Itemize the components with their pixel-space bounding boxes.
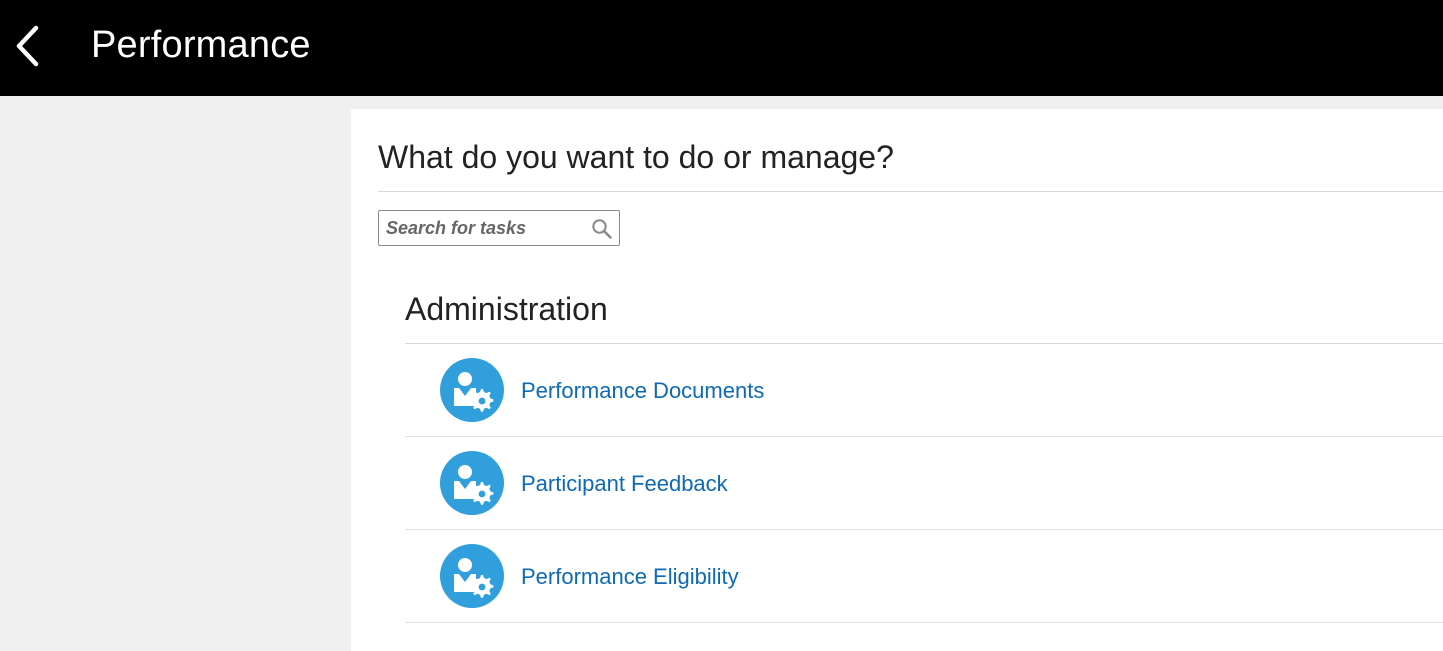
search-icon bbox=[592, 219, 612, 239]
task-link-performance-documents[interactable]: Performance Documents bbox=[521, 377, 764, 405]
page-heading: What do you want to do or manage? bbox=[378, 139, 894, 175]
task-icon-performance-eligibility bbox=[440, 544, 504, 608]
task-icon-participant-feedback bbox=[440, 451, 504, 515]
task-icon-performance-documents bbox=[440, 358, 504, 422]
user-settings-icon bbox=[454, 465, 494, 505]
user-settings-icon bbox=[454, 558, 494, 598]
page-title: Performance bbox=[91, 24, 311, 66]
content-panel: What do you want to do or manage? Admini… bbox=[351, 109, 1443, 651]
chevron-left-icon bbox=[16, 25, 39, 67]
task-item-performance-eligibility[interactable]: Performance Eligibility bbox=[405, 530, 1443, 623]
task-list: Performance Documents Participant Feedba… bbox=[405, 344, 1443, 623]
section-title: Administration bbox=[405, 291, 608, 327]
task-item-participant-feedback[interactable]: Participant Feedback bbox=[405, 437, 1443, 530]
left-panel bbox=[0, 96, 351, 651]
search-box bbox=[378, 210, 620, 246]
app-header: Performance bbox=[0, 0, 1443, 96]
user-settings-icon bbox=[454, 372, 494, 412]
task-link-performance-eligibility[interactable]: Performance Eligibility bbox=[521, 563, 739, 591]
back-button[interactable] bbox=[6, 20, 50, 72]
heading-divider bbox=[378, 191, 1443, 192]
task-link-participant-feedback[interactable]: Participant Feedback bbox=[521, 470, 728, 498]
search-input[interactable] bbox=[386, 216, 582, 240]
task-item-performance-documents[interactable]: Performance Documents bbox=[405, 344, 1443, 437]
search-button[interactable] bbox=[591, 218, 613, 240]
